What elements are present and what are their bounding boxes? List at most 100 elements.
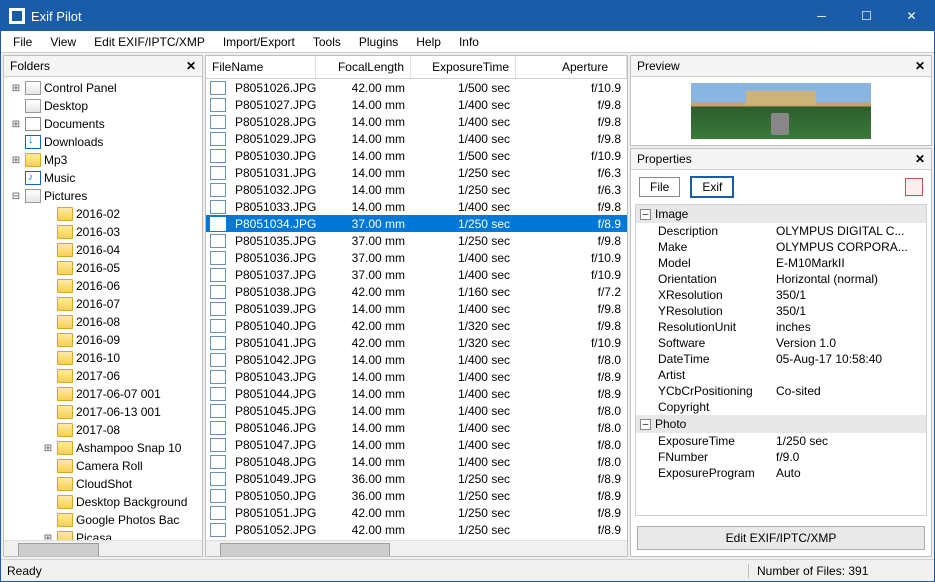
tree-item[interactable]: ⊞Documents — [4, 115, 202, 133]
file-row[interactable]: P8051039.JPG14.00 mm1/400 secf/9.8 — [206, 300, 627, 317]
menu-info[interactable]: Info — [451, 33, 487, 51]
folder-tree[interactable]: ⊞Control PanelDesktop⊞DocumentsDownloads… — [4, 77, 202, 540]
tree-item[interactable]: ⊞Picasa — [4, 529, 202, 540]
property-row[interactable]: Copyright — [636, 399, 926, 415]
property-row[interactable]: SoftwareVersion 1.0 — [636, 335, 926, 351]
tab-file[interactable]: File — [639, 177, 680, 197]
tree-item[interactable]: Music — [4, 169, 202, 187]
file-row[interactable]: P8051047.JPG14.00 mm1/400 secf/8.0 — [206, 436, 627, 453]
file-row[interactable]: P8051028.JPG14.00 mm1/400 secf/9.8 — [206, 113, 627, 130]
menu-file[interactable]: File — [5, 33, 40, 51]
preview-close-icon[interactable]: ✕ — [915, 59, 925, 73]
file-row[interactable]: P8051042.JPG14.00 mm1/400 secf/8.0 — [206, 351, 627, 368]
property-row[interactable]: ExposureTime1/250 sec — [636, 433, 926, 449]
tree-item[interactable]: 2017-08 — [4, 421, 202, 439]
menu-plugins[interactable]: Plugins — [351, 33, 406, 51]
file-row[interactable]: P8051045.JPG14.00 mm1/400 secf/8.0 — [206, 402, 627, 419]
file-row[interactable]: P8051043.JPG14.00 mm1/400 secf/8.9 — [206, 368, 627, 385]
tree-expander-icon[interactable]: ⊞ — [42, 533, 54, 541]
property-row[interactable]: YCbCrPositioningCo-sited — [636, 383, 926, 399]
tree-item[interactable]: 2016-03 — [4, 223, 202, 241]
minimize-button[interactable]: ─ — [799, 1, 844, 31]
tree-expander-icon[interactable]: ⊟ — [10, 191, 22, 202]
tree-item[interactable]: Camera Roll — [4, 457, 202, 475]
col-focallength[interactable]: FocalLength — [316, 56, 411, 78]
file-row[interactable]: P8051044.JPG14.00 mm1/400 secf/8.9 — [206, 385, 627, 402]
filelist-hscrollbar[interactable] — [206, 540, 627, 556]
file-row[interactable]: P8051031.JPG14.00 mm1/250 secf/6.3 — [206, 164, 627, 181]
file-row[interactable]: P8051029.JPG14.00 mm1/400 secf/9.8 — [206, 130, 627, 147]
tree-item[interactable]: 2016-09 — [4, 331, 202, 349]
tree-item[interactable]: 2016-08 — [4, 313, 202, 331]
tree-item[interactable]: 2016-07 — [4, 295, 202, 313]
file-row[interactable]: P8051034.JPG37.00 mm1/250 secf/8.9 — [206, 215, 627, 232]
tree-item[interactable]: Downloads — [4, 133, 202, 151]
file-row[interactable]: P8051050.JPG36.00 mm1/250 secf/8.9 — [206, 487, 627, 504]
tree-item[interactable]: Desktop — [4, 97, 202, 115]
file-list[interactable]: P8051026.JPG42.00 mm1/500 secf/10.9P8051… — [206, 79, 627, 540]
file-row[interactable]: P8051033.JPG14.00 mm1/400 secf/9.8 — [206, 198, 627, 215]
tree-item[interactable]: 2017-06-07 001 — [4, 385, 202, 403]
collapse-icon[interactable]: – — [640, 419, 651, 430]
property-row[interactable]: YResolution350/1 — [636, 303, 926, 319]
tree-item[interactable]: Google Photos Bac — [4, 511, 202, 529]
folders-close-icon[interactable]: ✕ — [186, 59, 196, 73]
property-row[interactable]: ResolutionUnitinches — [636, 319, 926, 335]
property-group-header[interactable]: –Photo — [636, 415, 926, 433]
file-row[interactable]: P8051026.JPG42.00 mm1/500 secf/10.9 — [206, 79, 627, 96]
tree-item[interactable]: 2016-10 — [4, 349, 202, 367]
menu-edit-exif-iptc-xmp[interactable]: Edit EXIF/IPTC/XMP — [86, 33, 213, 51]
properties-options-icon[interactable] — [905, 178, 923, 196]
tree-item[interactable]: 2016-06 — [4, 277, 202, 295]
menu-view[interactable]: View — [42, 33, 84, 51]
file-row[interactable]: P8051049.JPG36.00 mm1/250 secf/8.9 — [206, 470, 627, 487]
file-row[interactable]: P8051040.JPG42.00 mm1/320 secf/9.8 — [206, 317, 627, 334]
titlebar[interactable]: Exif Pilot ─ ☐ ✕ — [1, 1, 934, 31]
collapse-icon[interactable]: – — [640, 209, 651, 220]
property-row[interactable]: DateTime05-Aug-17 10:58:40 — [636, 351, 926, 367]
col-filename[interactable]: FileName — [206, 56, 316, 78]
tree-item[interactable]: ⊞Control Panel — [4, 79, 202, 97]
properties-close-icon[interactable]: ✕ — [915, 152, 925, 166]
property-row[interactable]: MakeOLYMPUS CORPORA... — [636, 239, 926, 255]
edit-exif-button[interactable]: Edit EXIF/IPTC/XMP — [637, 526, 925, 550]
property-row[interactable]: ModelE-M10MarkII — [636, 255, 926, 271]
col-aperture[interactable]: Aperture — [516, 56, 627, 78]
file-row[interactable]: P8051037.JPG37.00 mm1/400 secf/10.9 — [206, 266, 627, 283]
file-row[interactable]: P8051027.JPG14.00 mm1/400 secf/9.8 — [206, 96, 627, 113]
close-button[interactable]: ✕ — [889, 1, 934, 31]
tree-item[interactable]: ⊞Mp3 — [4, 151, 202, 169]
tree-expander-icon[interactable]: ⊞ — [10, 155, 22, 166]
col-exposuretime[interactable]: ExposureTime — [411, 56, 516, 78]
property-row[interactable]: DescriptionOLYMPUS DIGITAL C... — [636, 223, 926, 239]
file-row[interactable]: P8051032.JPG14.00 mm1/250 secf/6.3 — [206, 181, 627, 198]
property-row[interactable]: Artist — [636, 367, 926, 383]
property-row[interactable]: XResolution350/1 — [636, 287, 926, 303]
tree-item[interactable]: 2016-05 — [4, 259, 202, 277]
menu-help[interactable]: Help — [408, 33, 449, 51]
tree-item[interactable]: CloudShot — [4, 475, 202, 493]
file-row[interactable]: P8051052.JPG42.00 mm1/250 secf/8.9 — [206, 521, 627, 538]
file-row[interactable]: P8051030.JPG14.00 mm1/500 secf/10.9 — [206, 147, 627, 164]
tree-item[interactable]: 2017-06 — [4, 367, 202, 385]
file-row[interactable]: P8051036.JPG37.00 mm1/400 secf/10.9 — [206, 249, 627, 266]
file-row[interactable]: P8051038.JPG42.00 mm1/160 secf/7.2 — [206, 283, 627, 300]
menu-import-export[interactable]: Import/Export — [215, 33, 303, 51]
menu-tools[interactable]: Tools — [305, 33, 349, 51]
tree-item[interactable]: Desktop Background — [4, 493, 202, 511]
property-list[interactable]: –ImageDescriptionOLYMPUS DIGITAL C...Mak… — [635, 204, 927, 516]
file-row[interactable]: P8051051.JPG42.00 mm1/250 secf/8.9 — [206, 504, 627, 521]
property-row[interactable]: OrientationHorizontal (normal) — [636, 271, 926, 287]
tree-hscrollbar[interactable] — [4, 540, 202, 556]
tab-exif[interactable]: Exif — [690, 176, 734, 198]
property-group-header[interactable]: –Image — [636, 205, 926, 223]
tree-item[interactable]: ⊟Pictures — [4, 187, 202, 205]
file-row[interactable]: P8051048.JPG14.00 mm1/400 secf/8.0 — [206, 453, 627, 470]
tree-expander-icon[interactable]: ⊞ — [42, 443, 54, 454]
file-row[interactable]: P8051046.JPG14.00 mm1/400 secf/8.0 — [206, 419, 627, 436]
tree-item[interactable]: 2017-06-13 001 — [4, 403, 202, 421]
maximize-button[interactable]: ☐ — [844, 1, 889, 31]
tree-item[interactable]: 2016-02 — [4, 205, 202, 223]
file-row[interactable]: P8051041.JPG42.00 mm1/320 secf/10.9 — [206, 334, 627, 351]
tree-expander-icon[interactable]: ⊞ — [10, 119, 22, 130]
